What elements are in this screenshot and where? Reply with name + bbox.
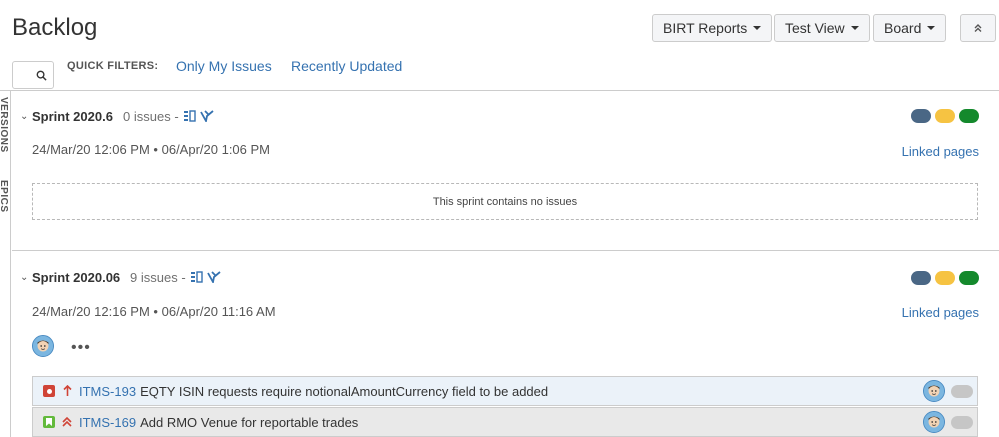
estimate-badge <box>951 384 973 398</box>
search-input[interactable] <box>12 61 54 89</box>
chevron-down-icon <box>850 26 859 30</box>
chevron-down-icon <box>753 26 762 30</box>
test-view-button[interactable]: Test View <box>774 14 870 42</box>
status-todo-dot <box>911 271 931 285</box>
linked-pages-link[interactable]: Linked pages <box>902 144 979 159</box>
sprint-status-dots <box>911 271 979 285</box>
sprint-date-separator: • <box>153 142 158 157</box>
sprint-date-separator: • <box>153 304 158 319</box>
sprint-name: Sprint 2020.6 <box>32 109 113 124</box>
sprint-start-date: 24/Mar/20 12:16 PM <box>32 304 150 319</box>
sprint-report-icon[interactable] <box>200 110 214 122</box>
issue-row-right <box>923 411 973 433</box>
sprint-issue-count-value: 0 issues <box>123 109 171 124</box>
avatar-face-icon <box>924 412 944 432</box>
issue-key-link[interactable]: ITMS-169 <box>79 415 136 430</box>
status-inprogress-dot <box>935 271 955 285</box>
status-todo-dot <box>911 109 931 123</box>
quick-filters-label: QUICK FILTERS: <box>67 60 159 72</box>
linked-pages-link[interactable]: Linked pages <box>902 305 979 320</box>
chevron-down-icon <box>927 26 936 30</box>
side-rail: VERSIONS EPICS <box>0 91 11 437</box>
avatar-face-icon <box>33 336 53 356</box>
priority-high-icon <box>62 416 72 428</box>
sprint-name: Sprint 2020.06 <box>32 270 121 285</box>
test-view-label: Test View <box>785 20 845 36</box>
issue-row-right <box>923 380 973 402</box>
page-title: Backlog <box>12 14 98 41</box>
issue-summary: EQTY ISIN requests require notionalAmoun… <box>140 383 549 399</box>
double-chevron-up-icon <box>974 24 982 32</box>
sprint-status-dots <box>911 109 979 123</box>
board-button[interactable]: Board <box>873 14 947 42</box>
sprint-board-icon[interactable] <box>191 271 203 283</box>
issue-assignee-avatar <box>923 380 945 402</box>
issue-row[interactable]: ITMS-169 Add RMO Venue for reportable tr… <box>32 407 978 437</box>
issue-row[interactable]: ITMS-193 EQTY ISIN requests require noti… <box>32 376 978 406</box>
sprint-icons <box>191 271 221 283</box>
sprint-count-dash: - <box>174 109 179 124</box>
versions-tab[interactable]: VERSIONS <box>0 97 9 153</box>
quick-filter-only-my-issues[interactable]: Only My Issues <box>176 58 272 74</box>
sprint-container: ⌄ Sprint 2020.06 9 issues - 24/Mar/20 12… <box>12 251 999 437</box>
avatar-face-icon <box>924 381 944 401</box>
epics-tab[interactable]: EPICS <box>0 180 9 213</box>
sprint-issue-count-value: 9 issues <box>130 270 178 285</box>
birt-reports-button[interactable]: BIRT Reports <box>652 14 773 42</box>
search-icon <box>36 70 47 81</box>
sprint-board-icon[interactable] <box>184 110 196 122</box>
birt-reports-label: BIRT Reports <box>663 20 748 36</box>
status-done-dot <box>959 109 979 123</box>
sprint-count-dash: - <box>181 270 186 285</box>
more-assignees-button[interactable]: ••• <box>71 339 91 357</box>
issue-assignee-avatar <box>923 411 945 433</box>
sprint-end-date: 06/Apr/20 11:16 AM <box>161 304 276 319</box>
sprint-dates: 24/Mar/20 12:06 PM • 06/Apr/20 1:06 PM <box>32 142 270 157</box>
sprint-container: ⌄ Sprint 2020.6 0 issues - 24/Mar/20 12:… <box>12 91 999 250</box>
priority-highest-icon <box>62 385 72 397</box>
board-label: Board <box>884 20 922 36</box>
sprint-start-date: 24/Mar/20 12:06 PM <box>32 142 150 157</box>
sprint-report-icon[interactable] <box>207 271 221 283</box>
estimate-badge <box>951 415 973 429</box>
sprint-toggle-icon[interactable]: ⌄ <box>20 272 28 283</box>
story-icon <box>43 416 55 428</box>
sprint-dates: 24/Mar/20 12:16 PM • 06/Apr/20 11:16 AM <box>32 304 276 319</box>
empty-sprint-message: This sprint contains no issues <box>432 195 578 208</box>
sprint-toggle-icon[interactable]: ⌄ <box>20 111 28 122</box>
sprint-issue-count: 9 issues - <box>130 270 186 285</box>
status-inprogress-dot <box>935 109 955 123</box>
assignee-avatar[interactable] <box>32 335 54 357</box>
issue-key-link[interactable]: ITMS-193 <box>79 384 136 399</box>
quick-filter-recently-updated[interactable]: Recently Updated <box>291 58 402 74</box>
sprint-issue-count: 0 issues - <box>123 109 179 124</box>
sprint-end-date: 06/Apr/20 1:06 PM <box>161 142 271 157</box>
empty-sprint-dropzone[interactable]: This sprint contains no issues <box>32 183 978 220</box>
collapse-header-button[interactable] <box>960 14 996 42</box>
sprint-icons <box>184 110 214 122</box>
status-done-dot <box>959 271 979 285</box>
bug-icon <box>43 385 55 397</box>
issue-summary: Add RMO Venue for reportable trades <box>140 414 359 430</box>
